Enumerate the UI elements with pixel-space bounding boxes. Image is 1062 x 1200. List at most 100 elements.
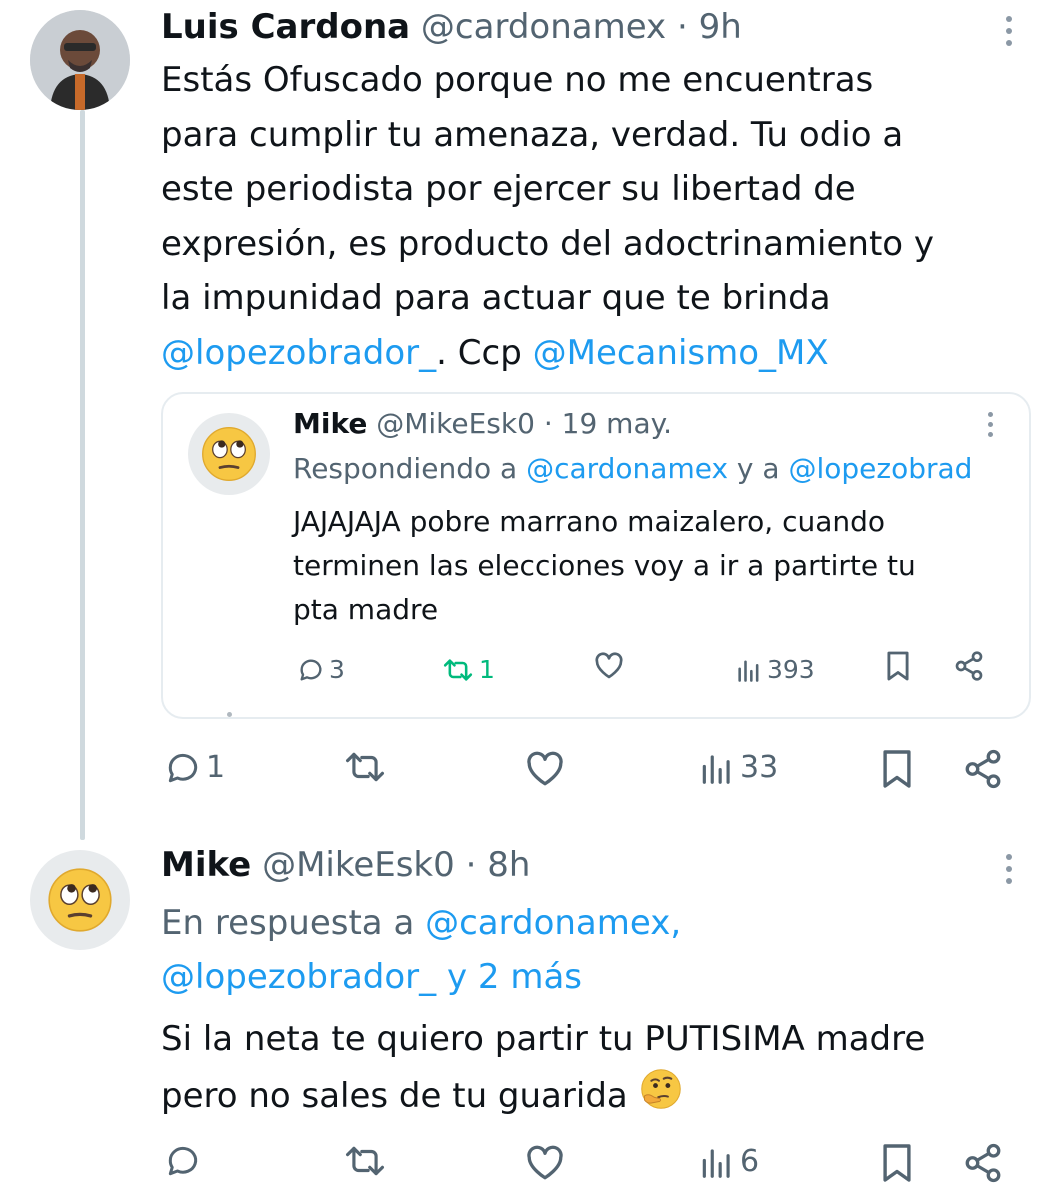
share-button[interactable] <box>962 748 1004 790</box>
views-count: 33 <box>740 750 779 785</box>
avatar-mike[interactable] <box>30 850 130 950</box>
separator-dot: · <box>534 407 562 440</box>
tweet-text-line: pero no sales de tu guarida <box>161 1067 925 1128</box>
repost-icon <box>346 1146 384 1176</box>
reply-context: Respondiendo a @cardonamex y a @lopezobr… <box>293 449 972 489</box>
eye-roll-emoji-icon <box>48 868 112 932</box>
share-icon <box>965 749 1001 789</box>
reply-context-prefix: En respuesta a <box>161 903 426 943</box>
tweet-text-line: este periodista por ejercer su libertad … <box>161 169 856 209</box>
reply-context-conjunction: y a <box>728 452 789 485</box>
author-handle[interactable]: @MikeEsk0 <box>376 407 535 440</box>
reply-context: En respuesta a @cardonamex, @lopezobrado… <box>161 896 681 1004</box>
repost-count: 1 <box>479 655 495 684</box>
tweet-text-line: para cumplir tu amenaza, verdad. Tu odio… <box>161 114 904 155</box>
tweet-text-line: terminen las elecciones voy a ir a parti… <box>293 549 916 582</box>
views-count: 393 <box>767 655 815 684</box>
mention-link[interactable]: @Mecanismo_MX <box>533 333 829 373</box>
tweet-text-line: @lopezobrador_. Ccp @Mecanismo_MX <box>161 326 934 381</box>
tweet-text: Estás Ofuscado porque no me encuentras p… <box>161 53 934 380</box>
views-button[interactable]: 393 <box>735 650 815 690</box>
bookmark-button[interactable] <box>880 1142 914 1184</box>
like-button[interactable] <box>524 748 566 788</box>
repost-button[interactable] <box>342 1142 388 1180</box>
reply-button[interactable] <box>164 1142 202 1180</box>
reply-icon <box>300 659 322 681</box>
tweet-text-line: pta madre <box>293 593 439 626</box>
bookmark-button[interactable] <box>880 748 914 790</box>
tweet-actions: 6 <box>0 1142 1062 1192</box>
mention-link[interactable]: @lopezobrador_ <box>161 333 436 373</box>
timestamp[interactable]: 9h <box>699 7 742 47</box>
share-button[interactable] <box>962 1142 1004 1184</box>
reply-icon <box>168 1146 198 1176</box>
tweet-text-fragment: pero no sales de tu guarida <box>161 1075 628 1116</box>
quoted-tweet-text: JAJAJAJA pobre marrano maizalero, cuando… <box>293 500 1013 632</box>
reply-count: 3 <box>329 655 345 684</box>
thinking-face-emoji <box>639 1067 683 1128</box>
tweet-text-line: JAJAJAJA pobre marrano maizalero, cuando <box>293 505 886 538</box>
views-count: 6 <box>740 1144 760 1179</box>
bookmark-button[interactable] <box>885 650 911 682</box>
mention-link[interactable]: @cardonamex <box>425 903 670 943</box>
like-button[interactable] <box>593 650 625 680</box>
repost-button[interactable] <box>342 748 388 786</box>
tweet-text-line: Si la neta te quiero partir tu PUTISIMA … <box>161 1019 926 1059</box>
reply-button[interactable]: 1 <box>164 748 225 788</box>
timestamp[interactable]: 8h <box>487 845 530 885</box>
share-button[interactable] <box>953 650 985 682</box>
quoted-tweet-actions: 3 1 393 <box>163 650 1029 700</box>
mention-link[interactable]: @cardonamex <box>526 452 728 485</box>
reply-button[interactable]: 3 <box>297 650 345 690</box>
views-icon <box>738 660 759 682</box>
author-name[interactable]: Mike <box>293 407 367 440</box>
views-icon <box>702 1149 730 1178</box>
tweet-header: Luis Cardona @cardonamex · 9h <box>161 5 742 49</box>
like-button[interactable] <box>524 1142 566 1182</box>
author-name[interactable]: Luis Cardona <box>161 7 410 47</box>
repost-button[interactable]: 1 <box>441 650 495 690</box>
card-dot <box>227 712 232 717</box>
separator-dot: · <box>666 7 699 47</box>
tweet-text-line: la impunidad para actuar que te brinda <box>161 278 831 318</box>
separator-dot: · <box>454 845 488 885</box>
share-icon <box>955 651 983 681</box>
tweet-text-fragment: . Ccp <box>436 332 533 373</box>
reply-context-comma: , <box>670 903 682 943</box>
reply-context-line: @lopezobrador_ y 2 más <box>161 950 681 1004</box>
author-handle[interactable]: @cardonamex <box>421 7 666 47</box>
thread-line <box>80 110 85 840</box>
repost-icon <box>346 752 384 782</box>
author-name[interactable]: Mike <box>161 845 251 885</box>
avatar-mike[interactable] <box>188 413 270 495</box>
mention-link[interactable]: @lopezobrador_ y 2 más <box>161 957 582 997</box>
tweet-text-line: expresión, es producto del adoctrinamien… <box>161 223 935 264</box>
tweet-text: Si la neta te quiero partir tu PUTISIMA … <box>161 1012 925 1127</box>
author-handle[interactable]: @MikeEsk0 <box>262 845 455 885</box>
bookmark-icon <box>887 651 909 681</box>
tweet-header: Mike @MikeEsk0 · 8h <box>161 843 530 887</box>
like-icon <box>595 652 623 679</box>
like-icon <box>527 1145 563 1180</box>
tweet-actions: 1 33 <box>0 748 1062 798</box>
more-icon[interactable] <box>1002 854 1016 884</box>
bookmark-icon <box>883 1144 911 1182</box>
bookmark-icon <box>883 750 911 788</box>
eye-roll-emoji-icon <box>202 427 256 481</box>
views-button[interactable]: 6 <box>698 1142 759 1182</box>
timestamp[interactable]: 19 may. <box>562 407 672 440</box>
more-icon[interactable] <box>983 412 997 437</box>
avatar-luis-cardona[interactable] <box>30 10 130 110</box>
mention-link[interactable]: @lopezobrad <box>788 452 972 485</box>
reply-icon <box>168 753 198 783</box>
reply-context-line: En respuesta a @cardonamex, <box>161 896 681 950</box>
more-icon[interactable] <box>1002 16 1016 46</box>
views-icon <box>702 755 730 784</box>
views-button[interactable]: 33 <box>698 748 778 788</box>
reply-count: 1 <box>206 750 226 785</box>
quoted-tweet-card[interactable]: Mike @MikeEsk0 · 19 may. Respondiendo a … <box>161 392 1031 719</box>
repost-icon <box>443 659 473 681</box>
tweet-text-line: Estás Ofuscado porque no me encuentras <box>161 60 874 100</box>
like-icon <box>527 751 563 786</box>
share-icon <box>965 1143 1001 1183</box>
